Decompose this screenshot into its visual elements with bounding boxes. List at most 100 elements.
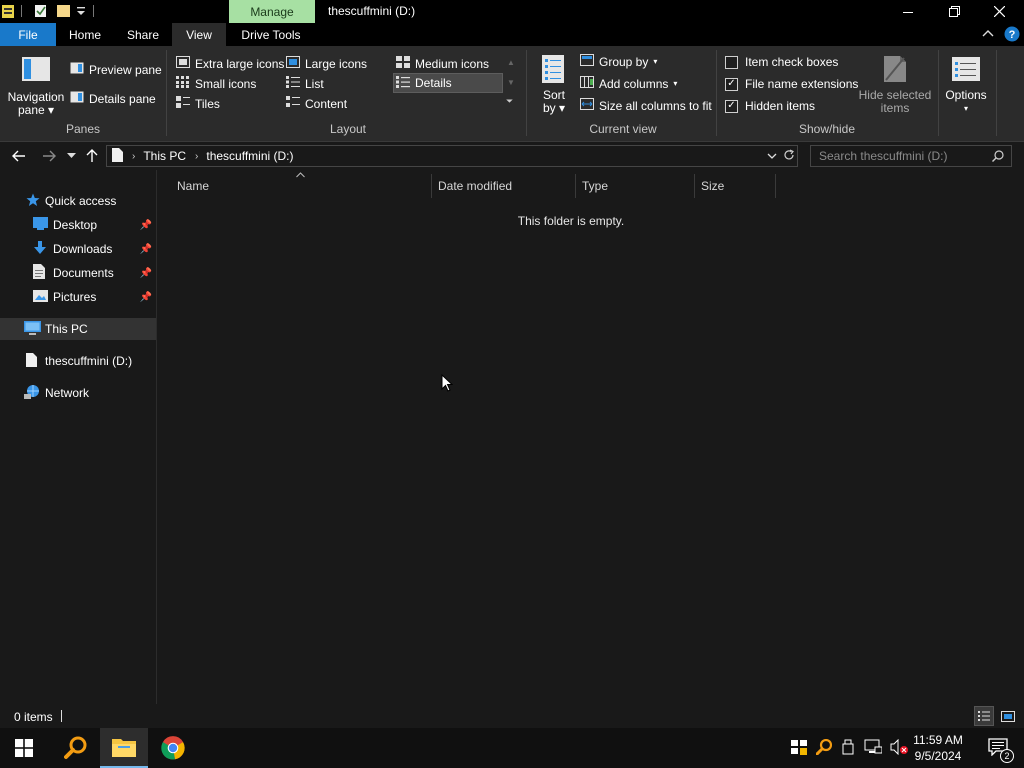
hidden-items-toggle[interactable]: ✓ Hidden items [725, 99, 815, 113]
recent-locations-button[interactable] [64, 146, 78, 166]
tab-drive-tools[interactable]: Drive Tools [232, 23, 310, 46]
extra-large-icons-label: Extra large icons [195, 56, 285, 71]
layout-details[interactable]: Details [393, 73, 503, 93]
layout-medium-icons[interactable]: Medium icons [396, 56, 489, 71]
list-label: List [305, 76, 324, 91]
minimize-button[interactable] [885, 0, 931, 23]
help-icon[interactable]: ? [1004, 26, 1020, 45]
hide-selected-items-button[interactable]: Hide selected items [858, 54, 932, 115]
layout-scroll-up-icon[interactable]: ▲ [507, 58, 515, 67]
file-name-extensions-toggle[interactable]: ✓ File name extensions [725, 77, 858, 91]
new-folder-icon[interactable] [57, 4, 70, 21]
tab-home[interactable]: Home [60, 23, 110, 46]
refresh-icon[interactable] [783, 149, 795, 164]
layout-small-icons[interactable]: Small icons [176, 76, 256, 91]
search-box[interactable] [810, 145, 1012, 167]
close-button[interactable] [976, 0, 1022, 23]
details-pane-label: Details pane [89, 91, 156, 106]
nav-item-drive[interactable]: thescuffmini (D:) [0, 350, 156, 372]
back-button[interactable] [8, 146, 30, 166]
security-shield-icon[interactable] [790, 738, 808, 759]
layout-tiles[interactable]: Tiles [176, 96, 220, 111]
tab-manage[interactable]: Manage [229, 0, 315, 23]
details-pane-button[interactable]: Details pane [70, 91, 156, 106]
small-icons-icon [176, 76, 190, 91]
nav-item-this-pc[interactable]: This PC [0, 318, 156, 340]
nav-item-quick-access[interactable]: Quick access [0, 190, 156, 212]
preview-pane-button[interactable]: Preview pane [70, 62, 162, 77]
tab-view[interactable]: View [172, 23, 226, 46]
layout-list[interactable]: List [286, 76, 324, 91]
column-header-type[interactable]: Type [576, 174, 695, 198]
network-tray-icon[interactable] [864, 739, 883, 758]
content-view-icon [286, 96, 300, 111]
nav-item-documents[interactable]: Documents 📌 [0, 262, 156, 284]
breadcrumb-drive[interactable]: thescuffmini (D:) [206, 149, 293, 163]
item-check-boxes-toggle[interactable]: Item check boxes [725, 55, 838, 69]
forward-button[interactable] [38, 146, 60, 166]
desktop-icon [33, 217, 50, 233]
layout-extra-large-icons[interactable]: Extra large icons [176, 56, 284, 71]
address-row: › This PC › thescuffmini (D:) [0, 142, 1024, 170]
nav-label-downloads: Downloads [53, 242, 113, 256]
large-icons-view-toggle[interactable] [999, 707, 1017, 725]
tab-share[interactable]: Share [118, 23, 168, 46]
group-separator [716, 50, 717, 136]
search-icon[interactable] [992, 150, 1004, 165]
usb-device-icon[interactable] [842, 739, 854, 758]
small-icons-label: Small icons [195, 76, 257, 91]
layout-content[interactable]: Content [286, 96, 347, 111]
list-view-icon [286, 76, 300, 91]
tab-file[interactable]: File [0, 23, 56, 46]
clock-time: 11:59 AM [913, 733, 963, 747]
chevron-down-icon: ▾ [963, 104, 968, 113]
properties-icon[interactable] [34, 4, 48, 21]
address-history-chevron-icon[interactable] [767, 150, 777, 164]
restore-button[interactable] [931, 0, 977, 23]
download-arrow-icon [33, 240, 50, 258]
nav-item-pictures[interactable]: Pictures 📌 [0, 286, 156, 308]
details-view-toggle[interactable] [974, 706, 994, 726]
breadcrumb-this-pc[interactable]: This PC [143, 149, 186, 163]
layout-expand-icon[interactable]: ⏷ [506, 96, 513, 107]
navigation-pane-icon [21, 56, 51, 87]
up-button[interactable] [82, 146, 102, 166]
file-list-area[interactable]: Name Date modified Type Size This folder… [158, 170, 1024, 704]
nav-label-drive: thescuffmini (D:) [45, 354, 133, 368]
nav-item-desktop[interactable]: Desktop 📌 [0, 214, 156, 236]
navigation-pane-button[interactable]: Navigation pane ▾ [6, 56, 66, 117]
taskbar-search-button[interactable] [52, 728, 100, 768]
sort-by-button[interactable]: Sort by ▾ [536, 54, 572, 115]
column-header-name[interactable]: Name [171, 174, 432, 198]
notification-count-badge: 2 [1000, 748, 1014, 763]
customize-toolbar-chevron-icon[interactable] [76, 5, 86, 20]
taskbar-file-explorer[interactable] [100, 728, 148, 768]
search-input[interactable] [819, 149, 989, 163]
hidden-items-checkbox[interactable]: ✓ [725, 99, 738, 113]
taskbar: 11:59 AM 9/5/2024 2 [0, 728, 1024, 768]
layout-large-icons[interactable]: Large icons [286, 56, 367, 71]
item-check-boxes-checkbox[interactable] [725, 55, 738, 69]
collapse-ribbon-chevron-icon[interactable] [982, 28, 994, 43]
action-center-button[interactable]: 2 [976, 728, 1020, 768]
column-header-date-modified[interactable]: Date modified [432, 174, 576, 198]
address-bar[interactable]: › This PC › thescuffmini (D:) [106, 145, 798, 167]
nav-item-downloads[interactable]: Downloads 📌 [0, 238, 156, 260]
column-header-size[interactable]: Size [695, 174, 776, 198]
taskbar-chrome[interactable] [149, 728, 197, 768]
large-icons-icon [286, 56, 300, 71]
pictures-icon [33, 289, 50, 305]
restore-icon [948, 6, 960, 17]
size-all-columns-button[interactable]: Size all columns to fit [580, 98, 712, 113]
options-button[interactable]: Options ▾ [942, 54, 990, 115]
file-name-extensions-checkbox[interactable]: ✓ [725, 77, 738, 91]
taskbar-clock[interactable]: 11:59 AM 9/5/2024 [906, 732, 970, 764]
group-by-button[interactable]: Group by ▾ [580, 54, 657, 69]
nav-item-network[interactable]: Network [0, 382, 156, 404]
start-button[interactable] [0, 728, 48, 768]
add-columns-button[interactable]: Add columns ▾ [580, 76, 677, 91]
tray-search-icon[interactable] [815, 738, 833, 758]
explorer-app-icon[interactable] [2, 5, 14, 21]
layout-scroll-down-icon[interactable]: ▼ [507, 78, 515, 87]
chevron-down-icon: ▾ [673, 79, 678, 88]
